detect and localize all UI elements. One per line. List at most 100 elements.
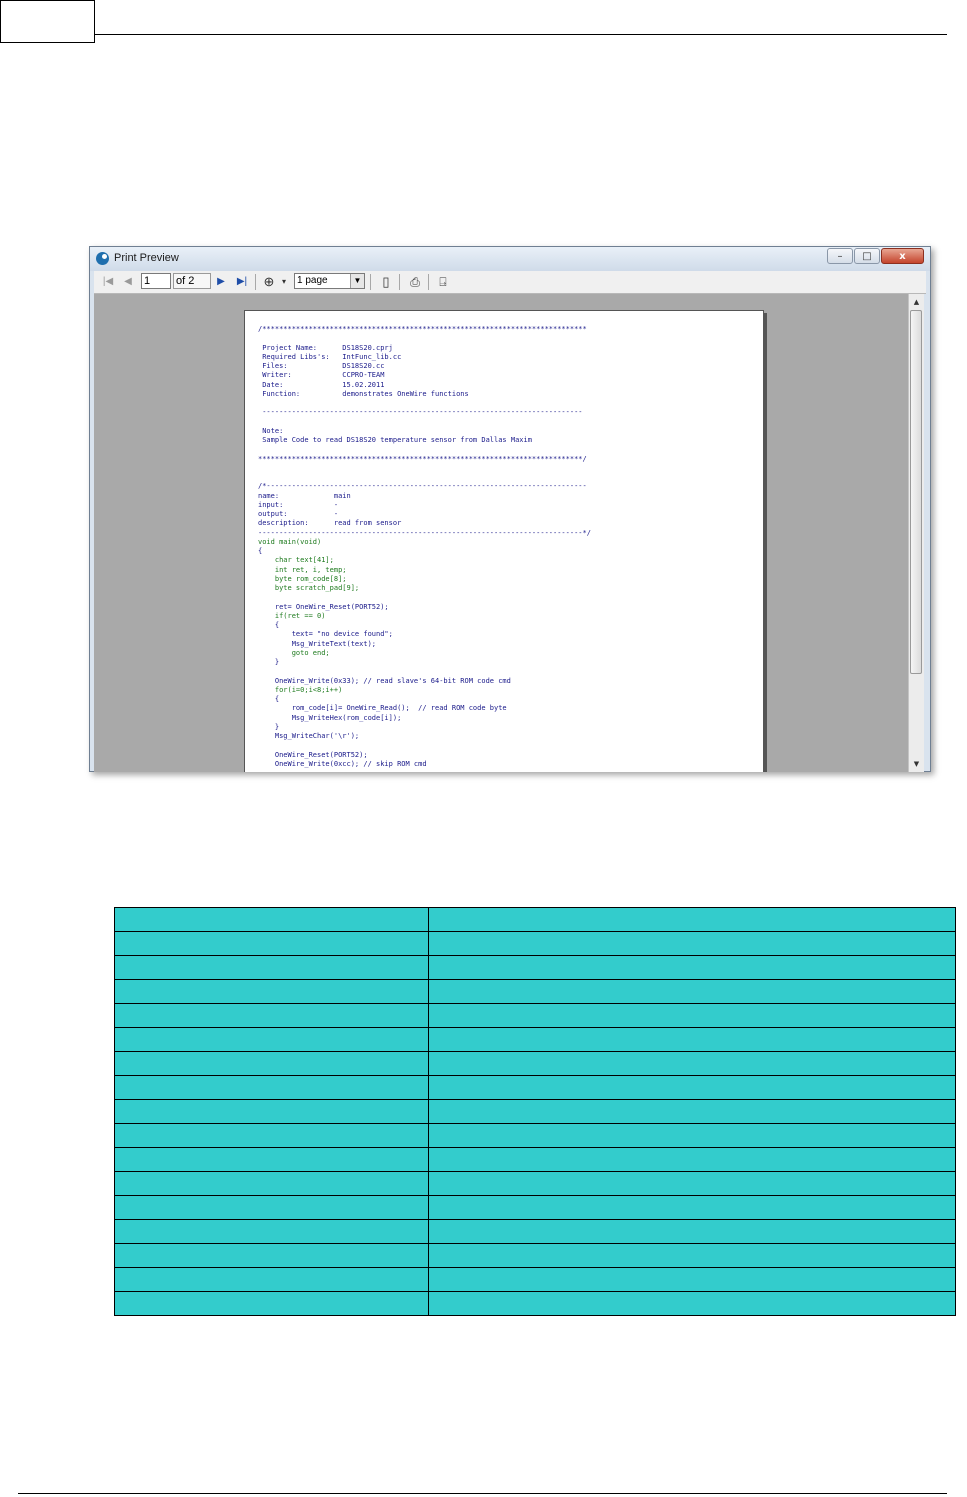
table-cell <box>428 1219 956 1244</box>
zoom-dropdown-icon[interactable]: ▾ <box>279 274 289 290</box>
page-setup-icon[interactable]: ▯ <box>378 274 394 290</box>
print-preview-window: Print Preview – □ x |◀ ◀ 1 of 2 ▶ ▶| ⊕ ▾… <box>89 246 931 772</box>
code-line: Msg_WriteText(text); <box>258 639 377 648</box>
table-row <box>114 1291 956 1316</box>
code-line: OneWire_Write(0xcc); // skip ROM cmd <box>258 759 427 768</box>
table-row <box>114 1267 956 1292</box>
table-cell <box>428 1195 956 1220</box>
table-cell <box>428 1243 956 1268</box>
table-cell <box>114 1195 429 1220</box>
code-line: if(ret == 0) <box>258 611 326 620</box>
code-line: ret= OneWire_Reset(PORT52); <box>258 602 389 611</box>
scroll-down-icon[interactable]: ▼ <box>909 756 924 772</box>
table-cell <box>428 1051 956 1076</box>
code-line: OneWire_Write(0x33); // read slave's 64-… <box>258 676 511 685</box>
printer-icon[interactable]: ⎙ <box>406 274 424 290</box>
table-row <box>114 907 956 932</box>
table-row <box>114 1003 956 1028</box>
data-table <box>114 907 956 1316</box>
maximize-button[interactable]: □ <box>854 248 880 264</box>
close-button[interactable]: x <box>881 248 924 264</box>
minimize-button[interactable]: – <box>827 248 853 264</box>
code-line: description: read from sensor <box>258 519 402 528</box>
code-line: int ret, i, temp; <box>258 565 347 574</box>
table-cell <box>428 955 956 980</box>
code-line: ----------------------------------------… <box>258 528 591 537</box>
scroll-up-icon[interactable]: ▲ <box>909 294 924 310</box>
code-line: /***************************************… <box>258 325 587 333</box>
toolbar-separator <box>428 274 429 290</box>
code-line: input: - <box>258 500 339 509</box>
table-cell <box>114 979 429 1004</box>
last-page-icon[interactable]: ▶| <box>235 274 249 290</box>
toolbar-separator <box>399 274 400 290</box>
code-line: output: - <box>258 510 339 518</box>
table-row <box>114 1171 956 1196</box>
code-line: { <box>258 621 280 629</box>
toolbar-separator <box>255 274 256 290</box>
code-line: void main(void) <box>258 537 322 546</box>
code-line: byte scratch_pad[9]; <box>258 584 360 592</box>
table-cell <box>114 1267 429 1292</box>
table-row <box>114 1075 956 1100</box>
window-controls: – □ x <box>826 248 924 265</box>
code-line: char text[41]; <box>258 556 334 565</box>
table-row <box>114 1051 956 1076</box>
table-cell <box>114 1171 429 1196</box>
code-line: Msg_WriteHex(rom_code[i]); <box>258 713 402 722</box>
app-icon <box>96 252 109 265</box>
chevron-down-icon: ▼ <box>350 274 364 288</box>
exit-icon[interactable]: ⍈ <box>434 274 452 290</box>
code-line: goto end; <box>258 648 330 657</box>
table-cell <box>114 931 429 956</box>
code-line: Project Name: DS18S20.cprj <box>258 343 393 352</box>
table-cell <box>114 1099 429 1124</box>
code-line: Writer: CCPRO-TEAM <box>258 371 385 380</box>
code-line: Function: demonstrates OneWire functions <box>258 389 469 398</box>
page-number-input[interactable]: 1 <box>141 273 171 289</box>
vertical-scrollbar[interactable]: ▲ ▼ <box>908 294 924 772</box>
code-line: rom_code[i]= OneWire_Read(); // read ROM… <box>258 704 507 713</box>
code-listing: /***************************************… <box>258 325 591 769</box>
code-line: } <box>258 658 280 666</box>
zoom-value: 1 page <box>297 275 328 286</box>
table-cell <box>114 1291 429 1316</box>
table-cell <box>428 979 956 1004</box>
table-cell <box>114 907 429 932</box>
table-cell <box>428 1123 956 1148</box>
table-cell <box>428 1027 956 1052</box>
window-title: Print Preview <box>114 252 179 264</box>
scrollbar-thumb[interactable] <box>910 310 922 674</box>
table-cell <box>114 1027 429 1052</box>
code-line: Sample Code to read DS18S20 temperature … <box>258 436 532 444</box>
zoom-select[interactable]: 1 page ▼ <box>294 273 365 289</box>
table-cell <box>428 1291 956 1316</box>
code-line: Files: DS18S20.cc <box>258 362 385 370</box>
table-cell <box>114 1051 429 1076</box>
title-bar[interactable]: Print Preview – □ x <box>90 247 930 271</box>
table-cell <box>114 1075 429 1100</box>
code-line: OneWire_Reset(PORT52); <box>258 750 368 759</box>
table-cell <box>428 1171 956 1196</box>
header-box <box>0 0 95 43</box>
zoom-icon[interactable]: ⊕ <box>260 274 278 290</box>
preview-area[interactable]: /***************************************… <box>94 294 908 772</box>
preview-page: /***************************************… <box>244 310 764 772</box>
table-row <box>114 1099 956 1124</box>
table-row <box>114 1219 956 1244</box>
table-cell <box>428 1147 956 1172</box>
table-row <box>114 955 956 980</box>
table-row <box>114 931 956 956</box>
first-page-icon[interactable]: |◀ <box>102 274 114 290</box>
header-rule <box>95 34 947 35</box>
next-page-icon[interactable]: ▶ <box>215 274 227 290</box>
code-line: /*--------------------------------------… <box>258 482 587 491</box>
table-row <box>114 1123 956 1148</box>
previous-page-icon[interactable]: ◀ <box>122 274 134 290</box>
code-line: Date: 15.02.2011 <box>258 380 385 389</box>
